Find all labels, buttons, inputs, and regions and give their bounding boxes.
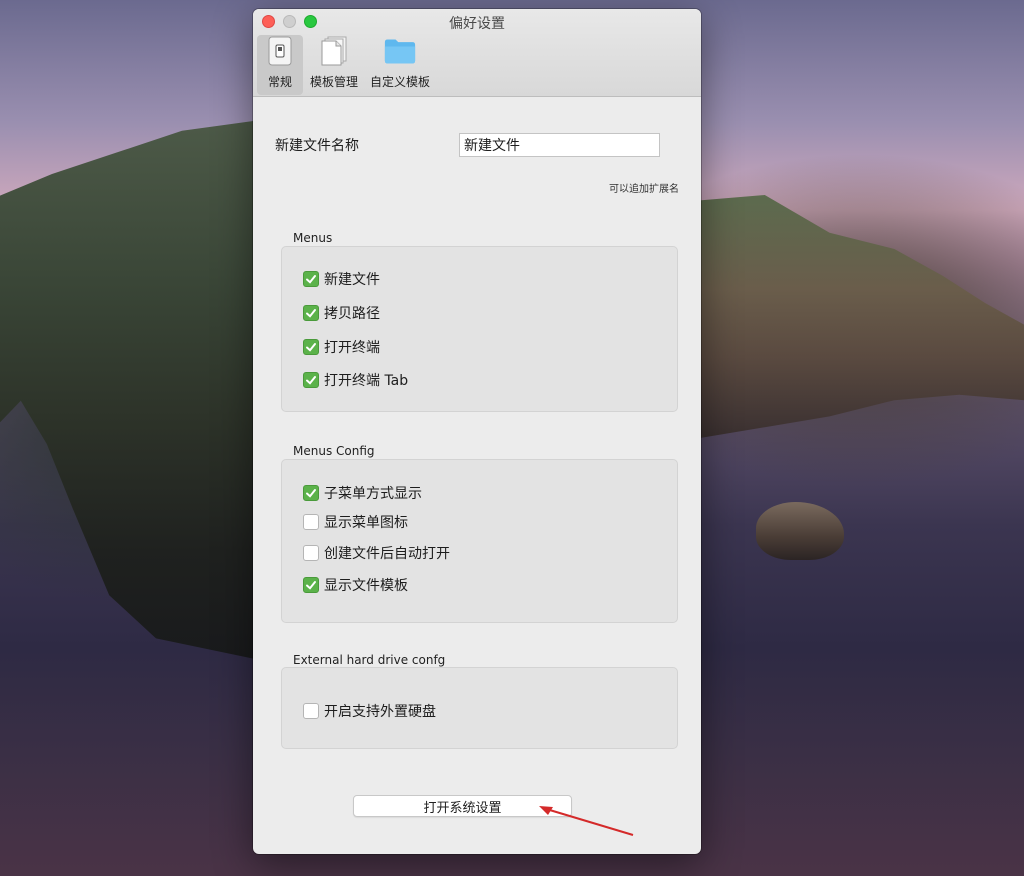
window-title: 偏好设置 (449, 16, 505, 32)
toggle-switch-icon (264, 35, 296, 67)
preferences-window: 偏好设置 常规 模板管理 自定义模板 新建文件名称 新建文件 可以追加扩展名 M… (253, 9, 701, 854)
menus-group-title: Menus (293, 231, 333, 245)
checkbox-menu-icons[interactable] (303, 514, 319, 530)
checkbox-submenu[interactable] (303, 485, 319, 501)
wallpaper-landmass-left (0, 120, 260, 660)
new-file-name-label: 新建文件名称 (275, 138, 359, 154)
checkbox-external-drive[interactable] (303, 703, 319, 719)
checkbox-label: 子菜单方式显示 (324, 486, 422, 502)
menu-option-new-file[interactable]: 新建文件 (303, 269, 380, 289)
tab-general[interactable]: 常规 (257, 35, 303, 95)
tab-custom-template[interactable]: 自定义模板 (365, 35, 435, 95)
window-titlebar: 偏好设置 常规 模板管理 自定义模板 (253, 9, 701, 97)
tab-custom-template-label: 自定义模板 (369, 75, 430, 89)
config-option-submenu[interactable]: 子菜单方式显示 (303, 483, 422, 503)
extension-hint: 可以追加扩展名 (609, 184, 679, 195)
documents-icon (318, 35, 350, 67)
checkbox-label: 新建文件 (324, 272, 380, 288)
config-option-menu-icons[interactable]: 显示菜单图标 (303, 512, 408, 532)
tab-template-management-label: 模板管理 (309, 75, 358, 89)
checkbox-label: 打开终端 (324, 340, 380, 356)
menu-option-copy-path[interactable]: 拷贝路径 (303, 303, 380, 323)
tab-general-label: 常规 (267, 75, 292, 89)
wallpaper-rock (756, 502, 844, 560)
menu-option-open-terminal[interactable]: 打开终端 (303, 337, 380, 357)
annotation-arrow-icon (539, 806, 634, 836)
new-file-name-input[interactable] (459, 133, 660, 157)
checkbox-copy-path[interactable] (303, 305, 319, 321)
external-drive-group-title: External hard drive confg (293, 653, 446, 667)
config-option-file-templates[interactable]: 显示文件模板 (303, 575, 408, 595)
tab-template-management[interactable]: 模板管理 (305, 35, 363, 95)
checkbox-label: 显示菜单图标 (324, 515, 408, 531)
checkbox-open-terminal-tab[interactable] (303, 372, 319, 388)
general-pane: 新建文件名称 可以追加扩展名 Menus 新建文件 拷贝路径 打开终端 打开终端… (253, 97, 701, 854)
checkbox-new-file[interactable] (303, 271, 319, 287)
checkbox-file-templates[interactable] (303, 577, 319, 593)
checkbox-open-terminal[interactable] (303, 339, 319, 355)
checkbox-label: 拷贝路径 (324, 306, 380, 322)
checkbox-label: 开启支持外置硬盘 (324, 704, 436, 720)
checkbox-label: 创建文件后自动打开 (324, 546, 450, 562)
wallpaper-landmass-right (700, 195, 1024, 438)
preferences-toolbar: 常规 模板管理 自定义模板 (257, 35, 435, 95)
config-option-auto-open[interactable]: 创建文件后自动打开 (303, 543, 450, 563)
menus-config-group-title: Menus Config (293, 444, 375, 458)
external-drive-option[interactable]: 开启支持外置硬盘 (303, 701, 436, 721)
menu-option-open-terminal-tab[interactable]: 打开终端 Tab (303, 370, 408, 390)
checkbox-label: 打开终端 Tab (324, 373, 409, 389)
folder-icon (384, 35, 416, 67)
checkbox-label: 显示文件模板 (324, 578, 408, 594)
checkbox-auto-open[interactable] (303, 545, 319, 561)
